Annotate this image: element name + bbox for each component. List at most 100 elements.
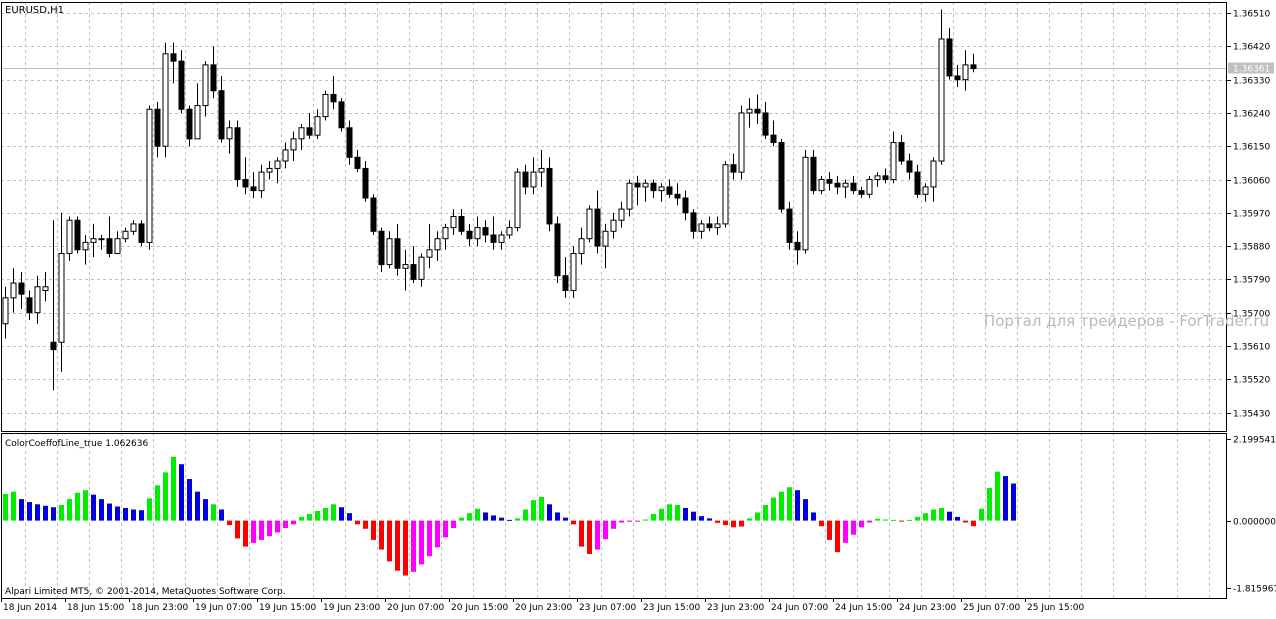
candle [26,290,33,321]
time-tick-label: 25 Jun 15:00 [1027,603,1084,613]
candle-body [202,64,209,107]
candle-body [386,238,393,266]
candle-body [506,227,513,236]
histogram-bar [643,519,648,521]
histogram-bar [707,518,712,521]
candle [642,179,649,202]
histogram-bar [659,508,664,521]
candle [714,216,721,235]
candle [466,223,473,247]
histogram-bar [91,494,96,521]
histogram-bar [395,520,400,571]
candle [786,201,793,250]
indicator-tick-label: 0.000000 [1233,518,1276,528]
histogram-bar [235,520,240,539]
candle-body [330,93,337,103]
candle [98,234,105,250]
candle [826,172,833,191]
candle-body [122,230,129,240]
candle [34,275,41,324]
candle [146,105,153,250]
time-tick-label: 24 Jun 23:00 [899,603,956,613]
candle [186,105,193,147]
candle [370,194,377,235]
candle [530,157,537,195]
candle-body [74,219,81,251]
histogram-bar [875,518,880,521]
candle-body [586,208,593,240]
candle-body [794,241,801,251]
candle-body [154,108,161,147]
histogram-bar [451,520,456,529]
histogram-bar [251,520,256,543]
candle [122,227,129,243]
histogram-bar [499,517,504,521]
histogram-bar [675,505,680,521]
histogram-bar [515,518,520,521]
candle-body [762,112,769,136]
histogram-bar [595,520,600,550]
histogram-bar [683,508,688,521]
candlestick-series [2,9,977,391]
candle-body [642,182,649,188]
candle-body [490,234,497,243]
histogram-bar [307,513,312,521]
candle-body [378,230,385,266]
candle-body [250,186,257,192]
candle [10,268,17,313]
candle [842,179,849,199]
candle-body [106,238,113,254]
candle-body [754,108,761,114]
histogram-bar [755,512,760,521]
histogram-bar [747,518,752,521]
candle-body [226,127,233,140]
candle [162,42,169,158]
candle-body [818,179,825,192]
candle-body [954,75,961,81]
candle [338,98,345,132]
histogram-bar [291,520,296,525]
candle [506,220,513,239]
candle-body [738,112,745,173]
time-tick-label: 19 Jun 07:00 [195,603,252,613]
candle-body [82,241,89,251]
time-tick-label: 18 Jun 15:00 [67,603,124,613]
candle [682,190,689,221]
candle-body [938,38,945,162]
histogram-bar [963,520,968,523]
candle [58,212,65,372]
histogram-bar [75,492,80,521]
candle-body [914,171,921,195]
candle-body [466,230,473,240]
candle-body [138,223,145,243]
candle-body [474,227,481,240]
candle [354,149,361,173]
histogram-bar [427,520,432,557]
candle [722,161,729,228]
histogram-bar [867,520,872,523]
candle [890,131,897,184]
candle [194,83,201,140]
candle-body [338,101,345,129]
histogram-bar [803,499,808,521]
candle-body [314,116,321,136]
histogram-bar [539,496,544,521]
candle-body [290,138,297,151]
watermark: Портал для трейдеров - ForTrader.ru [984,312,1269,330]
candle-body [922,186,929,195]
candle [514,168,521,232]
candle-body [274,160,281,169]
candle-body [194,105,201,140]
candle [50,220,57,391]
candle-body [306,127,313,136]
candle [578,227,585,265]
candle-body [898,142,905,162]
copyright-text: Alpari Limited MT5, © 2001-2014, MetaQuo… [5,587,286,597]
candle [666,179,673,199]
histogram-bar [635,520,640,522]
candle-body [626,182,633,210]
histogram-bar [699,516,704,521]
candle [938,9,945,165]
candle-body [578,238,585,254]
histogram-bar [955,516,960,521]
